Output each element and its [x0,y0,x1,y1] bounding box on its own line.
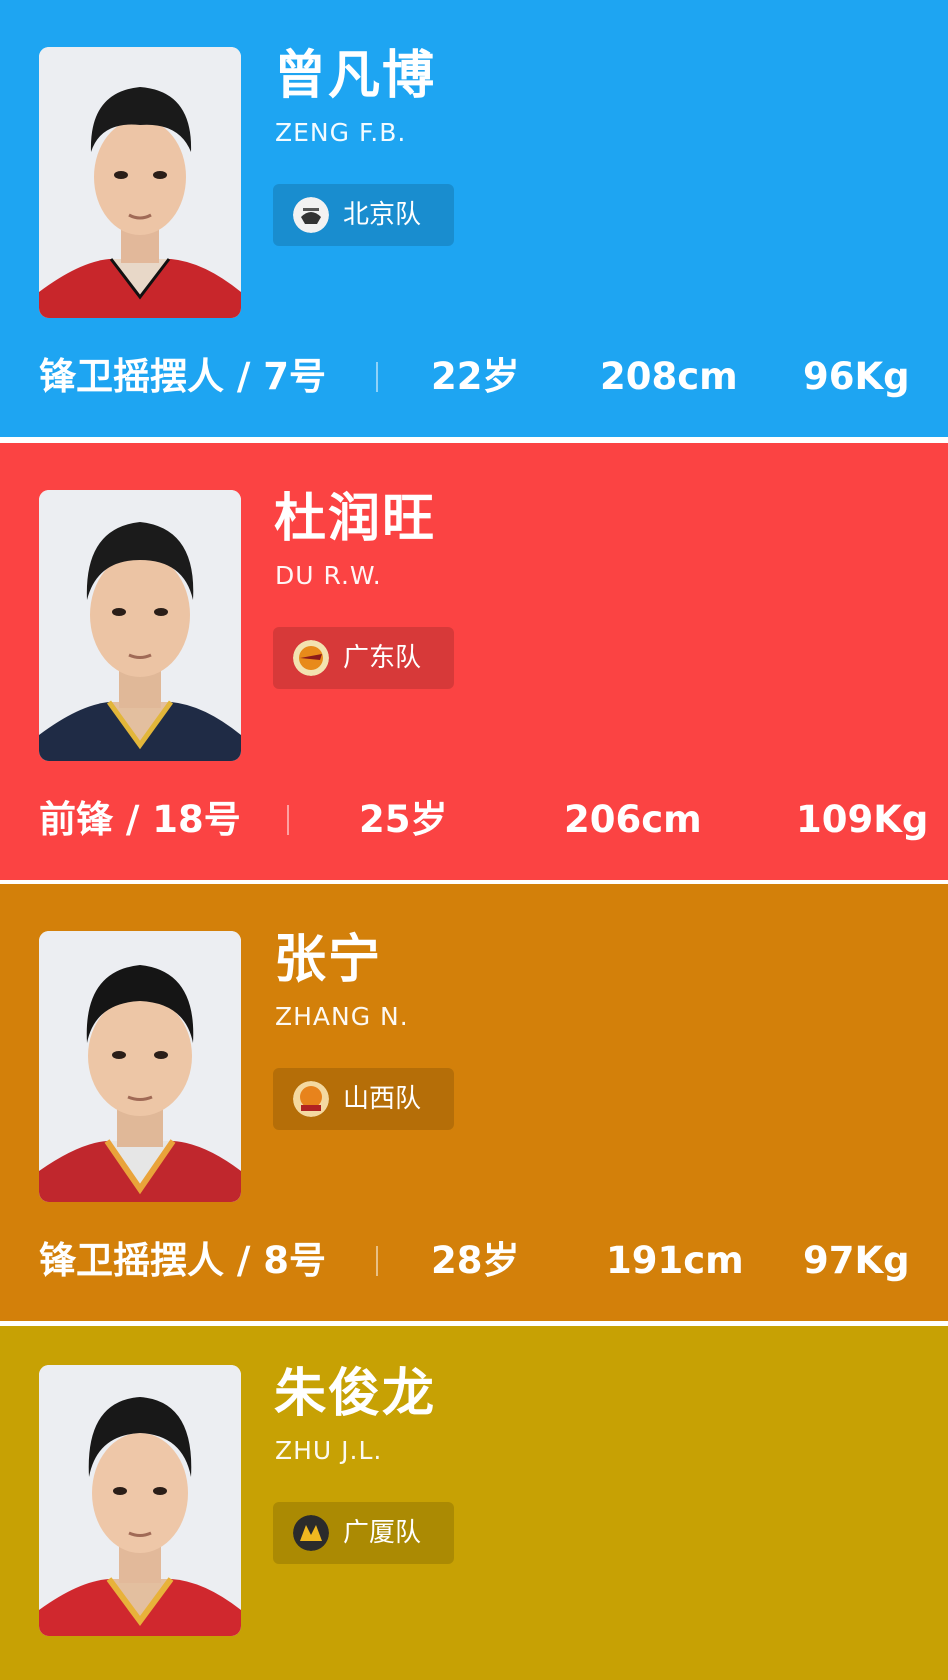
player-age: 25岁 [359,798,448,841]
player-name-cn: 朱俊龙 [274,1364,437,1424]
player-name-en: DU R.W. [275,561,382,590]
player-card[interactable]: 张宁 ZHANG N. 山西队 锋卫摇摆人 / 8号 28岁 191cm 97K… [0,884,948,1321]
team-badge[interactable]: 北京队 [273,184,454,246]
player-photo [39,931,241,1202]
player-photo [39,47,241,318]
player-weight: 109Kg [796,798,929,841]
team-logo-icon [293,197,329,233]
team-name: 山西队 [343,1084,422,1114]
team-logo-icon [293,1515,329,1551]
player-name-cn: 张宁 [274,930,383,990]
team-name: 广东队 [343,643,422,673]
team-logo-icon [293,640,329,676]
player-weight: 97Kg [803,1239,910,1282]
player-height: 191cm [606,1239,744,1282]
stat-divider [376,362,378,392]
player-weight: 96Kg [803,355,910,398]
player-age: 28岁 [431,1239,520,1282]
player-portrait-image [39,490,241,761]
stat-divider [376,1246,378,1276]
team-badge[interactable]: 广东队 [273,627,454,689]
player-photo [39,1365,241,1636]
player-name-en: ZHU J.L. [275,1436,383,1465]
player-age: 22岁 [431,355,520,398]
team-badge[interactable]: 山西队 [273,1068,454,1130]
player-portrait-image [39,47,241,318]
team-badge[interactable]: 广厦队 [273,1502,454,1564]
player-card[interactable]: 杜润旺 DU R.W. 广东队 前锋 / 18号 25岁 206cm 109Kg [0,443,948,880]
player-card[interactable]: 曾凡博 ZENG F.B. 北京队 锋卫摇摆人 / 7号 22岁 208cm 9… [0,0,948,437]
player-card[interactable]: 朱俊龙 ZHU J.L. 广厦队 [0,1326,948,1680]
player-name-en: ZHANG N. [275,1002,409,1031]
team-name: 广厦队 [343,1518,422,1548]
player-position: 前锋 / 18号 [39,798,241,841]
team-name: 北京队 [343,200,422,230]
player-name-cn: 曾凡博 [274,46,437,106]
stat-divider [287,805,289,835]
player-portrait-image [39,1365,241,1636]
player-position: 锋卫摇摆人 / 8号 [39,1239,327,1282]
team-logo-icon [293,1081,329,1117]
player-name-en: ZENG F.B. [275,118,407,147]
player-height: 206cm [564,798,702,841]
player-position: 锋卫摇摆人 / 7号 [39,355,327,398]
player-name-cn: 杜润旺 [274,489,437,549]
player-photo [39,490,241,761]
player-portrait-image [39,931,241,1202]
player-height: 208cm [600,355,738,398]
